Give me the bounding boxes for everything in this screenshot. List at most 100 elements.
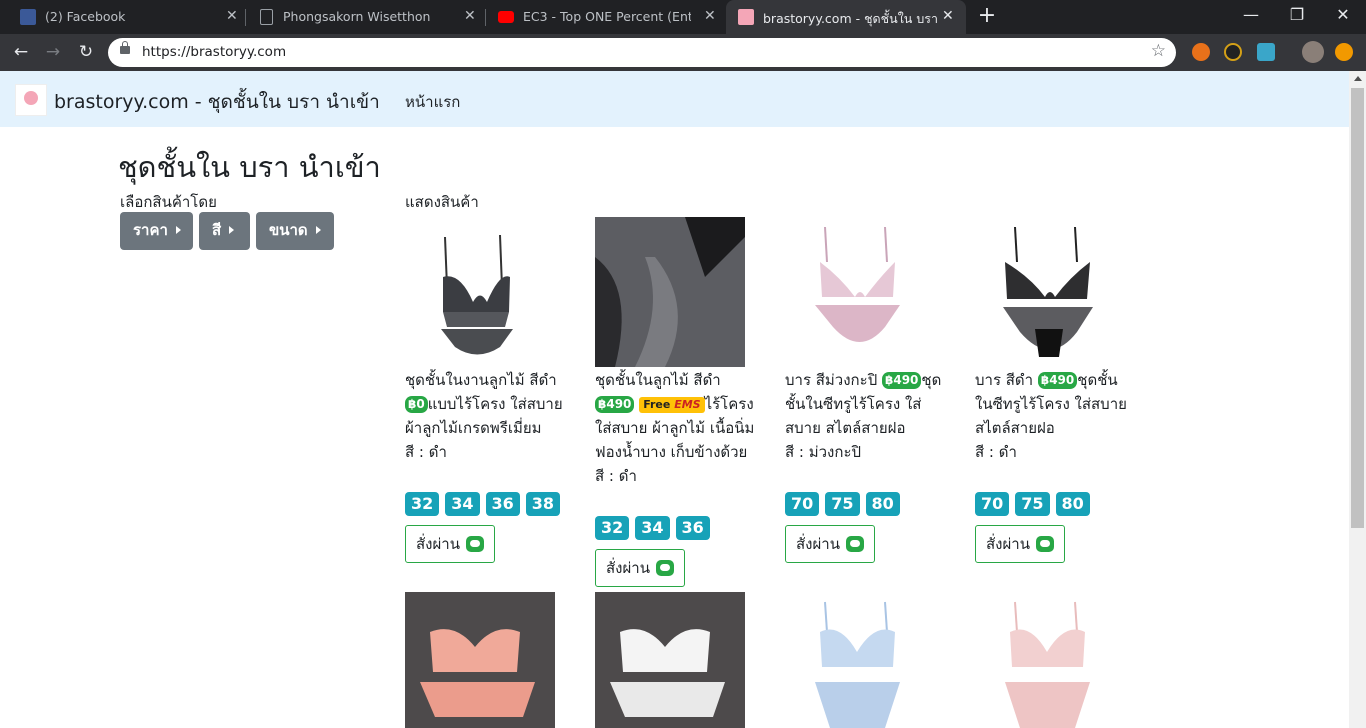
product-image[interactable] [785,592,935,728]
product-image[interactable] [595,592,745,728]
size-badge[interactable]: 32 [405,492,440,516]
size-list: 32 34 36 [595,516,716,540]
product-title-start: บาร สีดำ [975,371,1038,389]
lock-icon [120,41,130,54]
size-badge[interactable]: 36 [485,492,520,516]
filter-color-button[interactable]: สี [199,212,250,250]
address-bar[interactable]: https://brastoryy.com ☆ [108,38,1176,67]
price-badge: ฿0 [405,396,428,413]
product-image[interactable] [405,592,555,728]
close-icon[interactable]: ✕ [942,8,954,24]
tab-profile[interactable]: Phongsakorn Wisetthon ✕ [246,0,486,34]
close-icon[interactable]: ✕ [704,8,716,24]
reload-button[interactable]: ↻ [72,39,100,67]
filter-size-button[interactable]: ขนาด [256,212,334,250]
product-image[interactable] [405,217,555,367]
filter-color-label: สี [212,221,222,239]
price-badge: ฿490 [1037,372,1078,389]
product-title-end: แบบไร้โครง ใส่สบาย ผ้าลูกไม้เกรดพรีเมี่ย… [405,395,563,437]
size-badge[interactable]: 36 [675,516,710,540]
scroll-up-icon[interactable] [1354,76,1362,81]
size-badge[interactable]: 75 [1015,492,1050,516]
product-name[interactable]: บาร สีดำ ฿490 ชุดชั้นในซีทรูไร้โครง ใส่สบ… [975,368,1135,464]
free-ems-badge: Free EMS [639,397,705,413]
order-via-line-button[interactable]: สั่งผ่าน [405,525,495,563]
size-badge[interactable]: 70 [975,492,1010,516]
product-name[interactable]: ชุดชั้นในงานลูกไม้ สีดำ ฿0 แบบไร้โครง ใส่… [405,368,565,464]
product-image[interactable] [975,217,1125,367]
line-icon [655,560,674,576]
restore-button[interactable]: ❐ [1274,0,1320,30]
price-badge: ฿490 [882,372,922,389]
tab-youtube[interactable]: EC3 - Top ONE Percent (Entrance ✕ [486,0,726,34]
site-brand[interactable]: brastoryy.com - ชุดชั้นใน บรา นำเข้า [54,87,380,117]
new-tab-button[interactable]: + [976,4,998,30]
close-icon[interactable]: ✕ [226,8,238,24]
order-via-line-button[interactable]: สั่งผ่าน [785,525,875,563]
product-name[interactable]: บาร สีม่วงกะปิ ฿490 ชุดชั้นในซีทรูไร้โครง… [785,368,945,464]
caret-right-icon [175,226,181,234]
site-navbar: brastoryy.com - ชุดชั้นใน บรา นำเข้า หน้… [0,71,1349,127]
size-badge[interactable]: 34 [635,516,670,540]
line-icon [1035,536,1054,552]
filter-price-label: ราคา [133,221,168,239]
bookmark-star-icon[interactable]: ☆ [1151,41,1166,61]
product-color: สี : ดำ [975,443,1017,461]
scrollbar-thumb[interactable] [1351,88,1364,528]
product-color: สี : ดำ [405,443,447,461]
product-image[interactable] [785,217,935,367]
brastoryy-icon [738,9,754,25]
minimize-button[interactable]: — [1228,0,1274,30]
size-badge[interactable]: 34 [445,492,480,516]
order-label: สั่งผ่าน [416,535,460,553]
tab-facebook[interactable]: (2) Facebook ✕ [8,0,246,34]
filter-label: เลือกสินค้าโดย [120,193,217,211]
product-color: สี : ดำ [595,467,637,485]
close-icon[interactable]: ✕ [464,8,476,24]
product-title-start: บาร สีม่วงกะปิ [785,371,882,389]
nav-link-home[interactable]: หน้าแรก [405,90,460,114]
tab-title: (2) Facebook [45,9,126,24]
tab-title: EC3 - Top ONE Percent (Entrance [523,9,691,24]
size-badge[interactable]: 32 [595,516,630,540]
product-title-start: ชุดชั้นในลูกไม้ สีดำ [595,371,721,389]
extension-icon-2[interactable] [1224,43,1242,61]
site-logo[interactable] [15,84,47,116]
browser-toolbar: ← → ↻ https://brastoryy.com ☆ [0,34,1366,71]
product-name[interactable]: ชุดชั้นในลูกไม้ สีดำ ฿490 Free EMS ไร้โคร… [595,368,755,488]
tab-title: Phongsakorn Wisetthon [283,9,431,24]
avatar[interactable] [1302,41,1324,63]
size-list: 70 75 80 [975,492,1096,516]
order-via-line-button[interactable]: สั่งผ่าน [975,525,1065,563]
page-scrollbar[interactable] [1349,71,1366,728]
filter-size-label: ขนาด [269,221,308,239]
product-title-start: ชุดชั้นในงานลูกไม้ สีดำ [405,371,557,389]
browser-tab-bar: (2) Facebook ✕ Phongsakorn Wisetthon ✕ E… [0,0,1366,34]
size-badge[interactable]: 80 [865,492,900,516]
line-icon [465,536,484,552]
caret-right-icon [229,226,235,234]
size-badge[interactable]: 75 [825,492,860,516]
page-title: ชุดชั้นใน บรา นำเข้า [118,150,381,184]
alert-icon[interactable] [1335,43,1353,61]
line-icon [845,536,864,552]
size-badge[interactable]: 70 [785,492,820,516]
product-image[interactable] [975,592,1125,728]
size-badge[interactable]: 80 [1055,492,1090,516]
url-text: https://brastoryy.com [142,44,287,60]
product-image[interactable] [595,217,745,367]
filter-price-button[interactable]: ราคา [120,212,193,250]
tab-title: brastoryy.com - ชุดชั้นใน บรา นำเข้ [763,11,938,26]
tab-brastoryy[interactable]: brastoryy.com - ชุดชั้นใน บรา นำเข้ ✕ [726,0,966,34]
size-list: 70 75 80 [785,492,906,516]
size-badge[interactable]: 38 [525,492,561,516]
extension-icon-3[interactable] [1257,43,1275,61]
products-heading: แสดงสินค้า [405,193,479,211]
extension-icon-1[interactable] [1192,43,1210,61]
order-via-line-button[interactable]: สั่งผ่าน [595,549,685,587]
order-label: สั่งผ่าน [606,559,650,577]
product-color: สี : ม่วงกะปิ [785,443,862,461]
close-window-button[interactable]: ✕ [1320,0,1366,30]
back-button[interactable]: ← [7,39,35,67]
forward-button[interactable]: → [39,39,67,67]
